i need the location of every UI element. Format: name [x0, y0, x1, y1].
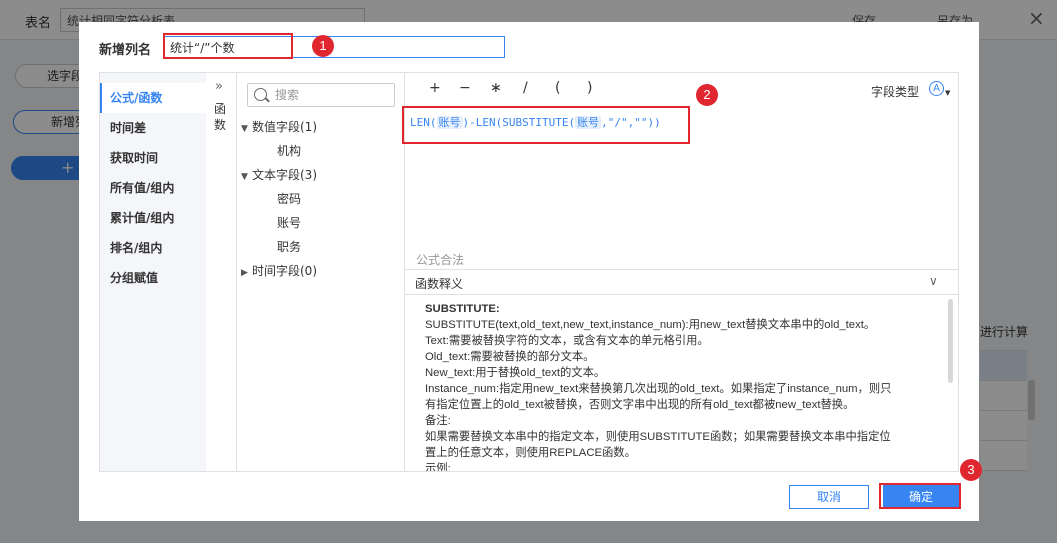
op-divide-button[interactable]: /: [523, 80, 528, 96]
op-multiply-button[interactable]: ∗: [490, 80, 502, 96]
caret-down-icon: ▼: [241, 124, 248, 134]
category-get-time[interactable]: 获取时间: [100, 143, 206, 173]
caret-right-icon: ▶: [241, 268, 248, 278]
field-item[interactable]: 密码: [237, 187, 405, 211]
tree-group-label: 时间字段(0): [252, 264, 317, 278]
field-tree: ▼ 数值字段(1) 机构 ▼ 文本字段(3) 密码 账号 职务 ▶ 时间字段(0): [237, 115, 405, 283]
explain-line: 置上的任意文本，则使用REPLACE函数。: [425, 447, 636, 459]
category-cumulative[interactable]: 累计值/组内: [100, 203, 206, 233]
tree-group-label: 数值字段(1): [252, 120, 317, 134]
category-all-values[interactable]: 所有值/组内: [100, 173, 206, 203]
category-time-diff[interactable]: 时间差: [100, 113, 206, 143]
explain-line: SUBSTITUTE(text,old_text,new_text,instan…: [425, 319, 876, 331]
chevron-down-icon[interactable]: ∨: [929, 274, 938, 288]
highlight-box-3: [879, 483, 961, 509]
step-badge-3: 3: [960, 459, 982, 481]
explain-line: 有指定位置上的old_text被替换，否则文字串中出现的所有old_text都被…: [425, 399, 855, 411]
category-rank[interactable]: 排名/组内: [100, 233, 206, 263]
field-item[interactable]: 职务: [237, 235, 405, 259]
function-panel-toggle[interactable]: » 函数: [206, 73, 237, 471]
add-column-dialog: 新增列名 公式/函数 时间差 获取时间 所有值/组内 累计值/组内 排名/组内 …: [79, 22, 979, 521]
tree-group-numeric[interactable]: ▼ 数值字段(1): [237, 115, 405, 139]
caret-down-icon[interactable]: ▼: [945, 89, 950, 97]
double-chevron-right-icon[interactable]: »: [215, 79, 223, 94]
search-icon: [254, 88, 267, 101]
field-item[interactable]: 机构: [237, 139, 405, 163]
explain-line: 如果需要替换文本串中的指定文本，则使用SUBSTITUTE函数；如果需要替换文本…: [425, 431, 891, 443]
function-label: 函数: [214, 102, 227, 132]
tree-group-label: 文本字段(3): [252, 168, 317, 182]
explain-line: Instance_num:指定用new_text来替换第几次出现的old_tex…: [425, 383, 892, 395]
op-plus-button[interactable]: +: [429, 80, 441, 96]
explain-line: SUBSTITUTE:: [425, 303, 500, 315]
explain-line: 备注:: [425, 415, 451, 427]
formula-status: 公式合法: [416, 253, 465, 267]
function-explain-label: 函数释义: [415, 277, 464, 291]
explain-line: 示例:: [425, 463, 451, 471]
function-explain-body: SUBSTITUTE: SUBSTITUTE(text,old_text,new…: [405, 295, 958, 471]
field-type-label: 字段类型: [871, 85, 920, 99]
explain-line: Text:需要被替换字符的文本，或含有文本的单元格引用。: [425, 335, 709, 347]
column-name-label: 新增列名: [99, 43, 152, 58]
op-minus-button[interactable]: −: [459, 80, 471, 96]
category-list: 公式/函数 时间差 获取时间 所有值/组内 累计值/组内 排名/组内 分组赋值: [100, 73, 206, 471]
highlight-box-2: [402, 106, 690, 144]
field-search-input[interactable]: [275, 87, 385, 103]
function-explain-header[interactable]: 函数释义 ∨: [405, 269, 958, 295]
field-item[interactable]: 账号: [237, 211, 405, 235]
field-search[interactable]: [247, 83, 395, 107]
step-badge-1: 1: [312, 35, 334, 57]
explain-line: Old_text:需要被替换的部分文本。: [425, 351, 595, 363]
explain-line: New_text:用于替换old_text的文本。: [425, 367, 606, 379]
op-rparen-button[interactable]: ): [587, 80, 592, 96]
caret-down-icon: ▼: [241, 172, 248, 182]
tree-group-text[interactable]: ▼ 文本字段(3): [237, 163, 405, 187]
tree-group-time[interactable]: ▶ 时间字段(0): [237, 259, 405, 283]
category-group-assign[interactable]: 分组赋值: [100, 263, 206, 293]
field-panel: ▼ 数值字段(1) 机构 ▼ 文本字段(3) 密码 账号 职务 ▶ 时间字段(0): [237, 73, 405, 471]
cancel-button[interactable]: 取消: [789, 485, 869, 509]
field-type-text-icon[interactable]: A: [929, 81, 944, 96]
step-badge-2: 2: [696, 84, 718, 106]
explain-scrollbar[interactable]: [948, 299, 953, 383]
op-lparen-button[interactable]: (: [555, 80, 560, 96]
category-formula[interactable]: 公式/函数: [100, 83, 206, 113]
operator-bar: + − ∗ / ( ) 字段类型 A ▼: [405, 73, 958, 107]
highlight-box-1: [163, 33, 293, 59]
